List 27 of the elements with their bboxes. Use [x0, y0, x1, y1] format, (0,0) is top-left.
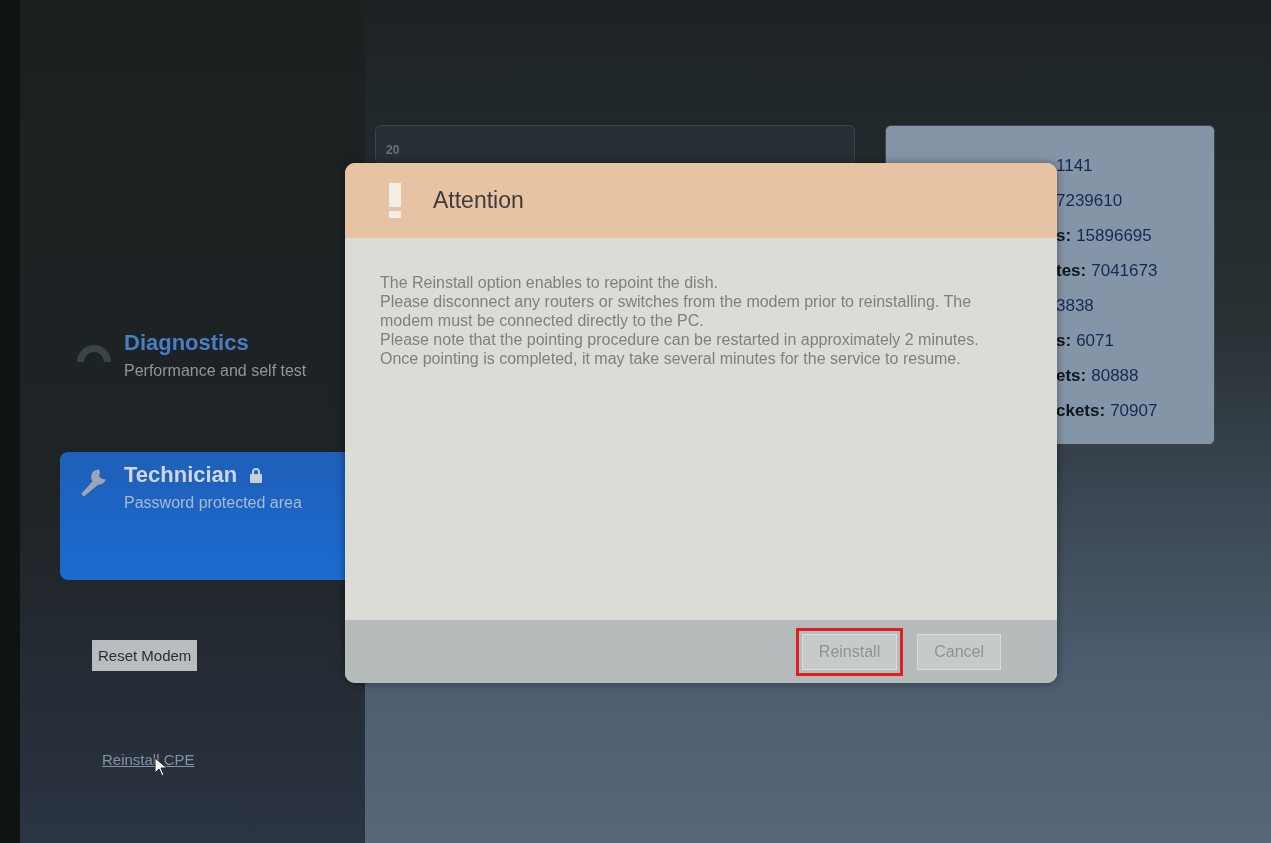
dialog-message: The Reinstall option enables to repoint the dish. [380, 273, 719, 292]
dialog-message: Please disconnect any routers or switches from the modem prior to reinstalling. The modem must be connected directly to the PC. [380, 292, 973, 330]
stat-value: 6071 [1076, 331, 1114, 352]
axis-value: 20 [386, 143, 400, 157]
dialog-message: Please note that the pointing procedure can be restarted in approximately 2 minutes. [380, 330, 980, 349]
stat-value: 70907 [1110, 401, 1158, 422]
dialog-message: Once pointing is completed, it may take several minutes for the service to resume. [380, 349, 962, 368]
sidebar-item[interactable]: Diagnostics Performance and self test [60, 320, 365, 430]
stat-value: 1141 [1056, 156, 1093, 177]
stat-label: ets: [1056, 366, 1087, 387]
warning-icon [387, 182, 403, 219]
stat-value: 7239610 [1056, 191, 1123, 212]
stat-label: ckets: [1056, 401, 1106, 422]
sidebar-item-title: Technician [124, 462, 238, 488]
stat-value: 7041673 [1091, 261, 1158, 282]
stat-label: tes: [1056, 261, 1087, 282]
stat-value: 3838 [1056, 296, 1094, 317]
sidebar-item-title: Diagnostics [124, 330, 249, 356]
reinstall-cpe-link[interactable]: Reinstall CPE [102, 751, 195, 768]
sidebar-item-subtitle: Performance and self test [124, 362, 308, 380]
stat-value: 15896695 [1076, 226, 1152, 247]
dialog-title: Attention [433, 187, 524, 214]
stat-label: s: [1056, 331, 1072, 352]
stat-label: s: [1056, 226, 1072, 247]
sidebar-item-subtitle: Password protected area [124, 494, 303, 512]
reset-modem-button[interactable]: Reset Modem [92, 640, 198, 671]
stat-value: 80888 [1091, 366, 1139, 387]
